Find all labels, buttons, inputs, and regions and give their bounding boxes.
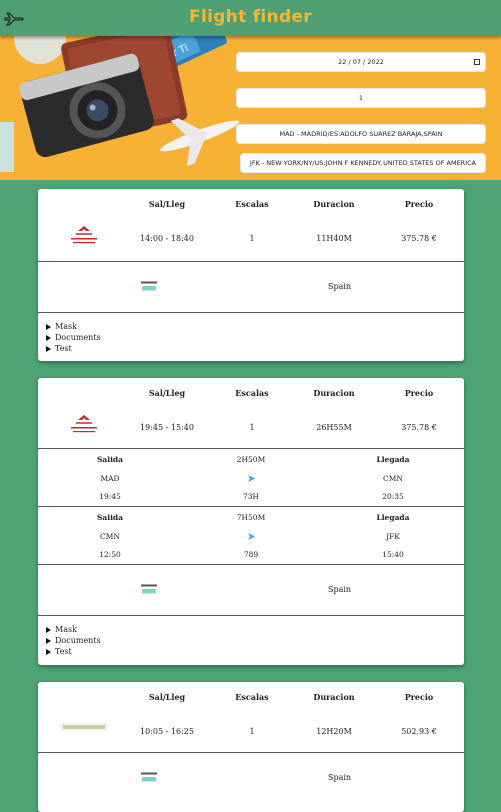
flight-times: 10:05 - 16:25 — [140, 727, 194, 736]
leg-departure-time: 19:45 — [99, 492, 121, 501]
airline-logo — [60, 723, 108, 731]
leg-duration: 2H50M — [236, 455, 266, 464]
flight-price: 375.78 € — [401, 234, 437, 243]
flight-stops: 1 — [249, 234, 255, 243]
details-label: Documents — [55, 333, 101, 342]
details-label: Test — [55, 647, 72, 656]
details-label: Mask — [55, 322, 77, 331]
flight-summary: Sal/Lleg Escalas Duracion Precio 10:05 -… — [38, 682, 464, 752]
leg-flight-number: 789 — [243, 550, 259, 559]
details-mask[interactable]: Mask — [46, 321, 464, 332]
origin-value: MAD - MADRID/ES:ADOLFO SUAREZ BARAJA,SPA… — [279, 130, 443, 138]
flight-times: 19:45 - 15:40 — [140, 423, 194, 432]
flight-card[interactable]: Sal/Lleg Escalas Duracion Precio 19:45 -… — [38, 378, 464, 665]
flight-times: 14:00 - 18:40 — [140, 234, 194, 243]
leg-arrival-time: 15:40 — [382, 550, 404, 559]
country-label: Spain — [328, 282, 352, 291]
calendar-icon[interactable] — [474, 59, 480, 65]
leg-origin: CMN — [100, 532, 120, 541]
flight-duration: 26H55M — [316, 423, 352, 432]
disclosure-triangle-icon — [46, 627, 51, 633]
origin-input[interactable]: MAD - MADRID/ES:ADOLFO SUAREZ BARAJA,SPA… — [236, 124, 486, 144]
leg-flight-number: 73H — [242, 492, 260, 501]
flight-summary: Sal/Lleg Escalas Duracion Precio 19:45 -… — [38, 378, 464, 448]
col-header-stops: Escalas — [235, 692, 269, 702]
covid-info: Spain — [38, 565, 464, 615]
flight-leg: Salida 2H50M Llegada MAD CMN 19:45 73H 2… — [38, 449, 464, 506]
leg-arrival-label: Llegada — [376, 455, 410, 464]
details-test[interactable]: Test — [46, 646, 464, 657]
destination-value: JFK - NEW YORK/NY/US:JOHN F KENNEDY,UNIT… — [249, 159, 477, 167]
leg-origin: MAD — [100, 474, 120, 483]
col-header-duration: Duracion — [313, 692, 355, 702]
date-input[interactable]: 22 / 07 / 2022 — [236, 52, 486, 72]
leg-departure-label: Salida — [96, 513, 124, 522]
details-test[interactable]: Test — [46, 343, 464, 354]
col-header-times: Sal/Lleg — [148, 692, 186, 702]
col-header-duration: Duracion — [313, 199, 355, 209]
covid-badge-icon — [139, 771, 159, 782]
disclosure-triangle-icon — [46, 638, 51, 644]
search-hero: Air Ti 22 / 07 / 2022 1 MAD - MADRID/ES:… — [0, 36, 501, 180]
details-label: Test — [55, 344, 72, 353]
col-header-price: Precio — [404, 199, 434, 209]
flight-price: 502.93 € — [401, 727, 437, 736]
col-header-stops: Escalas — [235, 388, 269, 398]
leg-departure-time: 12:50 — [99, 550, 121, 559]
leg-destination: JFK — [386, 532, 400, 541]
travel-illustration: Air Ti — [0, 36, 240, 172]
covid-info: Spain — [38, 262, 464, 312]
flight-leg: Salida 7H50M Llegada CMN JFK 12:50 789 1… — [38, 507, 464, 564]
col-header-price: Precio — [404, 692, 434, 702]
leg-duration: 7H50M — [236, 513, 266, 522]
covid-badge-icon — [139, 280, 159, 291]
flight-summary: Sal/Lleg Escalas Duracion Precio 14:00 -… — [38, 189, 464, 261]
covid-info: Spain — [38, 753, 464, 803]
date-value: 22 / 07 / 2022 — [338, 58, 384, 66]
plane-icon — [247, 475, 255, 482]
app-title: Flight finder — [189, 7, 312, 27]
flight-card[interactable]: Sal/Lleg Escalas Duracion Precio 10:05 -… — [38, 682, 464, 812]
details-label: Mask — [55, 625, 77, 634]
destination-input[interactable]: JFK - NEW YORK/NY/US:JOHN F KENNEDY,UNIT… — [240, 153, 486, 173]
disclosure-triangle-icon — [46, 649, 51, 655]
passengers-value: 1 — [358, 94, 364, 102]
flight-details: Mask Documents Test — [38, 616, 464, 665]
leg-arrival-time: 20:35 — [382, 492, 404, 501]
details-documents[interactable]: Documents — [46, 332, 464, 343]
col-header-times: Sal/Lleg — [148, 199, 186, 209]
flight-card[interactable]: Sal/Lleg Escalas Duracion Precio 14:00 -… — [38, 189, 464, 361]
plane-icon — [247, 533, 255, 540]
country-label: Spain — [328, 585, 352, 594]
flight-price: 375.78 € — [401, 423, 437, 432]
flight-duration: 12H20M — [316, 727, 352, 736]
flight-details: Mask Documents Test — [38, 313, 464, 361]
flight-stops: 1 — [249, 423, 255, 432]
details-mask[interactable]: Mask — [46, 624, 464, 635]
details-label: Documents — [55, 636, 101, 645]
col-header-stops: Escalas — [235, 199, 269, 209]
disclosure-triangle-icon — [46, 346, 51, 352]
col-header-times: Sal/Lleg — [148, 388, 186, 398]
col-header-duration: Duracion — [313, 388, 355, 398]
app-header: Flight finder — [0, 0, 501, 36]
disclosure-triangle-icon — [46, 335, 51, 341]
flight-duration: 11H40M — [316, 234, 352, 243]
leg-departure-label: Salida — [96, 455, 124, 464]
airline-logo — [71, 226, 97, 244]
disclosure-triangle-icon — [46, 324, 51, 330]
flight-stops: 1 — [249, 727, 255, 736]
leg-destination: CMN — [383, 474, 403, 483]
details-documents[interactable]: Documents — [46, 635, 464, 646]
passengers-input[interactable]: 1 — [236, 88, 486, 108]
leg-plane-icon — [211, 474, 291, 485]
covid-badge-icon — [139, 583, 159, 594]
leg-plane-icon — [211, 532, 291, 543]
airline-logo — [71, 415, 97, 433]
col-header-price: Precio — [404, 388, 434, 398]
country-label: Spain — [328, 773, 352, 782]
leg-arrival-label: Llegada — [376, 513, 410, 522]
